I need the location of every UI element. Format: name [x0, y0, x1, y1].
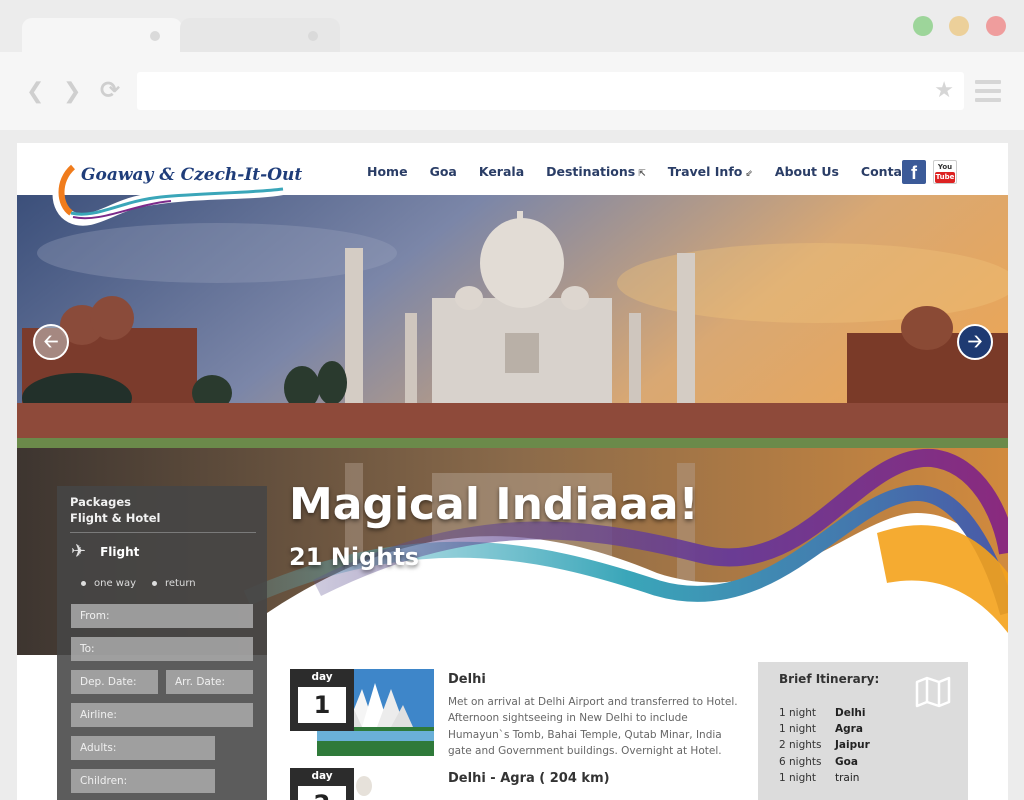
radio-return-label: return [165, 578, 196, 589]
itinerary-row: 6 nights Goa [779, 756, 858, 768]
day-number: 2 [298, 786, 346, 800]
browser-tab-2[interactable] [180, 18, 340, 54]
nav-about-us[interactable]: About Us [775, 164, 839, 179]
divider [70, 532, 256, 533]
radio-icon [152, 580, 158, 586]
bookmark-star-icon[interactable]: ★ [934, 78, 954, 103]
nav-home[interactable]: Home [367, 164, 408, 179]
itinerary-nights: 1 night [779, 707, 817, 719]
to-field[interactable]: To: [71, 637, 253, 661]
flight-tab[interactable]: ✈ Flight [71, 541, 139, 562]
booking-heading-flight-hotel[interactable]: Flight & Hotel [70, 510, 160, 526]
itinerary-row: 1 night Delhi [779, 707, 866, 719]
nav-goa[interactable]: Goa [430, 164, 457, 179]
itinerary-place: train [835, 772, 860, 784]
trip-type-radios: one way return [81, 578, 196, 589]
itinerary-place: Agra [835, 723, 863, 735]
arrival-date-field[interactable]: Arr. Date: [166, 670, 253, 694]
booking-heading-packages[interactable]: Packages [70, 494, 160, 510]
itinerary-row: 2 nights Jaipur [779, 739, 870, 751]
slider-prev-button[interactable]: 🡠 [33, 324, 69, 360]
arrow-icon: ⇙ [745, 169, 753, 179]
maximize-button[interactable] [913, 16, 933, 36]
itinerary-title: Brief Itinerary: [779, 672, 880, 686]
arrow-icon: ⇱ [638, 169, 646, 179]
main-nav: Home Goa Kerala Destinations ⇱ Travel Inf… [367, 164, 937, 179]
itinerary-place: Jaipur [835, 739, 870, 751]
back-icon[interactable]: ❮ [26, 79, 44, 104]
nav-travel-info[interactable]: Travel Info ⇙ [668, 164, 753, 179]
itinerary-nights: 1 night [779, 772, 817, 784]
logo-text: Goaway & Czech-It-Out [81, 165, 303, 185]
itinerary-row: 1 night train [779, 772, 859, 784]
forward-icon[interactable]: ❯ [63, 79, 81, 104]
tab-close-icon[interactable] [308, 31, 318, 41]
departure-date-field[interactable]: Dep. Date: [71, 670, 158, 694]
nav-destinations-label: Destinations [546, 164, 636, 179]
itinerary-nights: 6 nights [779, 756, 822, 768]
brief-itinerary: Brief Itinerary: 1 night Delhi 1 night Agr… [758, 662, 968, 800]
web-page: 🡠 🡢 Magical Indiaaa! 21 Nights Home Goa … [17, 143, 1008, 800]
day-title: Delhi - Agra ( 204 km) [448, 771, 610, 786]
map-icon[interactable] [915, 676, 951, 708]
flight-label: Flight [100, 544, 140, 559]
radio-return[interactable]: return [152, 578, 196, 589]
taj-thumbnail-photo [350, 768, 410, 800]
minimize-button[interactable] [949, 16, 969, 36]
day-number: 1 [298, 687, 346, 723]
day-item: day 1 Delhi Met on arrival at Delhi Airp… [290, 669, 750, 759]
day-title: Delhi [448, 672, 486, 687]
reload-icon[interactable]: ⟳ [100, 76, 120, 104]
day-label: day [311, 671, 333, 683]
day-badge: day 1 [290, 669, 354, 731]
from-field[interactable]: From: [71, 604, 253, 628]
day-description: Met on arrival at Delhi Airport and tran… [448, 696, 738, 758]
browser-window: ❮ ❯ ⟳ ★ 🡠 🡢 Magical Indiaaa! 21 Nights H… [0, 0, 1024, 800]
radio-icon [81, 580, 86, 586]
youtube-icon[interactable]: You Tube [933, 160, 957, 184]
day-label: day [311, 770, 333, 782]
day-badge: day 2 [290, 768, 354, 800]
slider-next-button[interactable]: 🡢 [957, 324, 993, 360]
tab-close-icon[interactable] [150, 31, 160, 41]
booking-heading: Packages Flight & Hotel [70, 494, 160, 526]
hero-title: Magical Indiaaa! [289, 479, 699, 530]
youtube-icon-text: Tube [935, 172, 955, 183]
day-item: day 2 Delhi - Agra ( 204 km) [290, 768, 750, 800]
airplane-icon: ✈ [71, 541, 87, 562]
itinerary-nights: 1 night [779, 723, 817, 735]
nav-kerala[interactable]: Kerala [479, 164, 524, 179]
radio-one-way-label: one way [94, 578, 137, 589]
itinerary-place: Goa [835, 756, 858, 768]
adults-field[interactable]: Adults: [71, 736, 215, 760]
menu-icon[interactable] [975, 80, 1001, 107]
nav-destinations[interactable]: Destinations ⇱ [546, 164, 646, 179]
itinerary-place: Delhi [835, 707, 866, 719]
radio-one-way[interactable]: one way [81, 578, 136, 589]
close-window-button[interactable] [986, 16, 1006, 36]
airline-field[interactable]: Airline: [71, 703, 253, 727]
nav-travel-info-label: Travel Info [667, 164, 743, 179]
hero-subtitle: 21 Nights [289, 543, 420, 571]
youtube-icon-text: You [937, 163, 953, 171]
booking-panel: Packages Flight & Hotel ✈ Flight one way… [57, 486, 267, 800]
site-logo[interactable]: Goaway & Czech-It-Out [51, 161, 302, 233]
children-field[interactable]: Children: [71, 769, 215, 793]
browser-tab-1[interactable] [22, 18, 182, 54]
itinerary-nights: 2 nights [779, 739, 822, 751]
facebook-icon[interactable]: f [902, 160, 926, 184]
address-bar[interactable]: ★ [137, 72, 964, 110]
itinerary-row: 1 night Agra [779, 723, 863, 735]
